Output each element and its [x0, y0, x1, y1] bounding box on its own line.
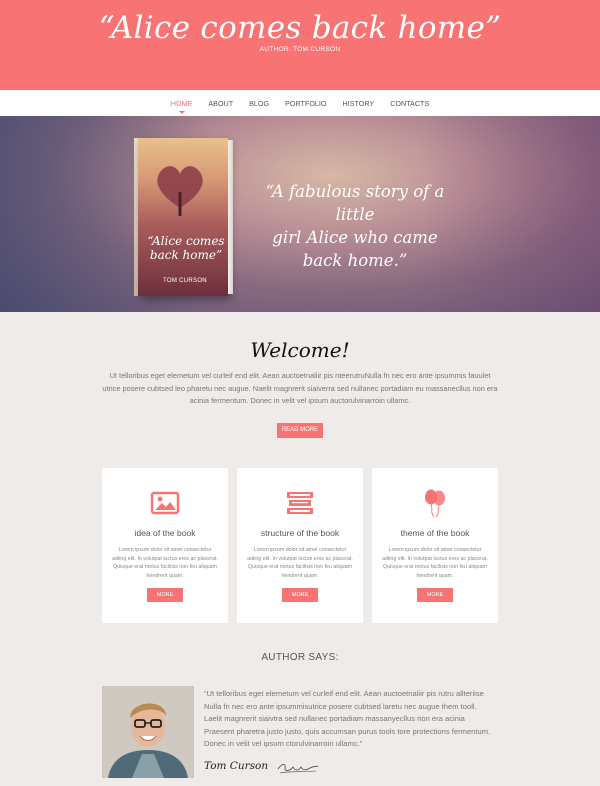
hero-quote: “A fabulous story of a little girl Alice… [244, 180, 466, 272]
book-pages [228, 140, 233, 294]
hero-banner: “Alice comes back home” TOM CURSON “A fa… [0, 116, 600, 312]
book-cover-image: “Alice comes back home” TOM CURSON [134, 138, 234, 296]
more-button[interactable]: MORE [147, 588, 183, 602]
card-title: idea of the book [134, 528, 196, 538]
read-more-button[interactable]: READ MORE [277, 423, 323, 438]
heart-tree-icon [157, 166, 203, 216]
author-photo [102, 686, 194, 778]
book-title: “Alice comes back home” [146, 234, 226, 262]
signature-icon [277, 763, 319, 774]
author-says-heading: AUTHOR SAYS: [261, 652, 339, 663]
card-text: Lorem ipsum dolor sit amet consectetur a… [247, 547, 353, 579]
site-title: “Alice comes back home” [98, 10, 502, 46]
author-name: Tom Curson [204, 760, 269, 772]
hero-quote-line: girl Alice who came [272, 228, 438, 247]
balloons-icon [425, 489, 445, 518]
feature-card-idea: idea of the book Lorem ipsum dolor sit a… [102, 468, 228, 623]
book-title-line: back home” [149, 248, 223, 262]
author-portrait-icon [102, 686, 194, 778]
books-icon [287, 492, 313, 514]
hero-quote-line: “A fabulous story of a little [265, 182, 445, 224]
welcome-title: Welcome! [250, 338, 350, 362]
nav-item-portfolio[interactable]: PORTFOLIO [277, 99, 334, 108]
more-button[interactable]: MORE [417, 588, 453, 602]
feature-card-theme: theme of the book Lorem ipsum dolor sit … [372, 468, 498, 623]
book-title-line: “Alice comes [147, 234, 225, 248]
card-text: Lorem ipsum dolor sit amet consectetur a… [112, 547, 218, 579]
main-nav: HOME ABOUT BLOG PORTFOLIO HISTORY CONTAC… [0, 90, 600, 116]
card-title: structure of the book [260, 528, 340, 538]
book-author: TOM CURSON [163, 278, 207, 284]
hero-quote-line: back home.” [302, 251, 408, 270]
card-title: theme of the book [400, 528, 470, 538]
card-text: Lorem ipsum dolor sit amet consectetur a… [382, 547, 488, 579]
site-header: “Alice comes back home” AUTHOR: TOM CURS… [0, 0, 600, 90]
author-quote: “Ut telloribus eget elemetum vel curleif… [204, 689, 491, 749]
image-icon [150, 491, 180, 515]
welcome-text: Ut telloribus eget elemetum vel curleif … [102, 371, 498, 405]
nav-item-about[interactable]: ABOUT [200, 99, 241, 108]
site-subtitle: AUTHOR: TOM CURSON [259, 46, 341, 53]
more-button[interactable]: MORE [282, 588, 318, 602]
nav-item-history[interactable]: HISTORY [335, 99, 383, 108]
nav-item-blog[interactable]: BLOG [241, 99, 277, 108]
feature-card-structure: structure of the book Lorem ipsum dolor … [237, 468, 363, 623]
nav-item-contacts[interactable]: CONTACTS [382, 99, 437, 108]
nav-item-home[interactable]: HOME [163, 99, 201, 114]
book-cover: “Alice comes back home” TOM CURSON [138, 138, 228, 296]
